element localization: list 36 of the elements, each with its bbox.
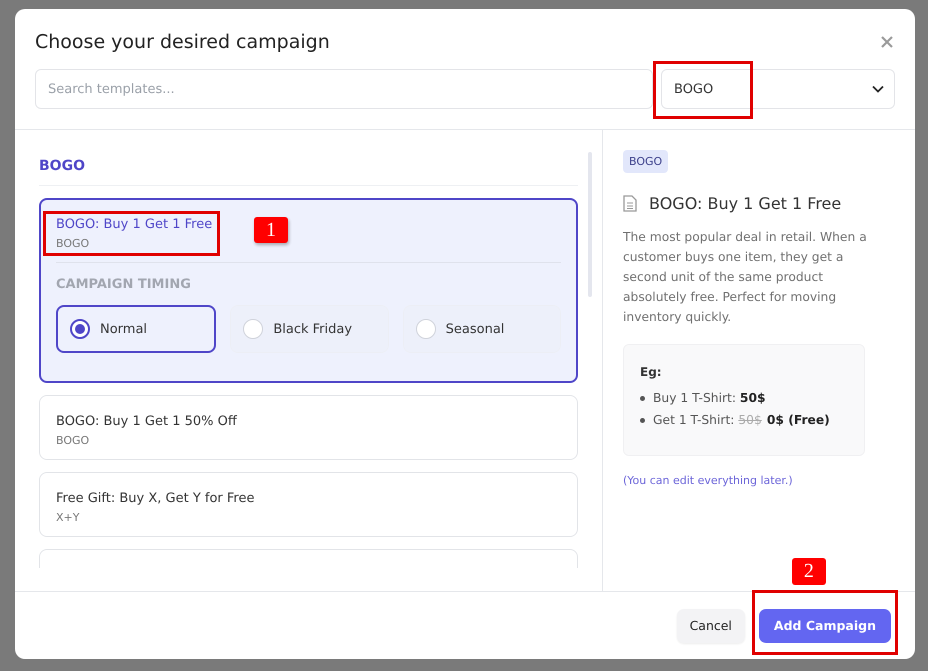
- example-label: Eg:: [640, 365, 663, 379]
- add-campaign-button[interactable]: Add Campaign: [758, 608, 891, 642]
- template-card[interactable]: BOGO: Buy 1 Get 1 50% Off BOGO: [39, 395, 578, 460]
- template-title: BOGO: Buy 1 Get 1 50% Off: [56, 414, 237, 429]
- template-tag: BOGO: [56, 237, 212, 250]
- timing-option[interactable]: Normal: [56, 305, 216, 353]
- category-tag: BOGO: [623, 150, 668, 173]
- dialog-title: Choose your desired campaign: [35, 31, 330, 53]
- bullet-icon: [640, 396, 645, 400]
- timing-option[interactable]: Seasonal: [402, 305, 561, 353]
- edit-note: (You can edit everything later.): [623, 474, 794, 487]
- example-line: Get 1 T-Shirt: 50$ 0$ (Free): [653, 413, 830, 427]
- document-icon: [623, 195, 637, 212]
- section-title: BOGO: [39, 148, 578, 186]
- callout-badge: 2: [792, 558, 826, 584]
- detail-description: The most popular deal in retail. When a customer buys one item, they get a second unit of the same product absolutely free. Perfect for moving inventory quickly.: [623, 229, 868, 326]
- timing-option[interactable]: Black Friday: [230, 305, 389, 353]
- section-label: CAMPAIGN TIMING: [56, 277, 192, 292]
- chevron-icon: [872, 85, 884, 93]
- radio-icon: [70, 319, 90, 339]
- template-card[interactable]: BOGO: Buy 1 Get 1 Free BOGO 1 CAMPAIGN TIMING Normal Black Friday Seasonal: [39, 198, 578, 383]
- cancel-button[interactable]: Cancel: [676, 608, 745, 642]
- example-line: Buy 1 T-Shirt: 50$: [653, 391, 766, 405]
- template-title: BOGO: Buy 1 Get 1 Free: [56, 217, 212, 232]
- category-dropdown[interactable]: BOGO: [661, 69, 895, 109]
- template-tag: X+Y: [56, 511, 254, 524]
- bullet-icon: [640, 418, 645, 422]
- callout-badge: 1: [254, 217, 288, 243]
- radio-icon: [243, 319, 264, 339]
- search-field[interactable]: Search templates...: [35, 69, 653, 109]
- template-card[interactable]: Free Gift: Buy X, Get Y for Free X+Y: [39, 472, 578, 537]
- close-icon[interactable]: [879, 34, 895, 50]
- detail-title: BOGO: Buy 1 Get 1 Free: [649, 194, 842, 213]
- radio-icon: [416, 319, 436, 339]
- template-title: Free Gift: Buy X, Get Y for Free: [56, 491, 254, 506]
- template-tag: BOGO: [56, 434, 237, 447]
